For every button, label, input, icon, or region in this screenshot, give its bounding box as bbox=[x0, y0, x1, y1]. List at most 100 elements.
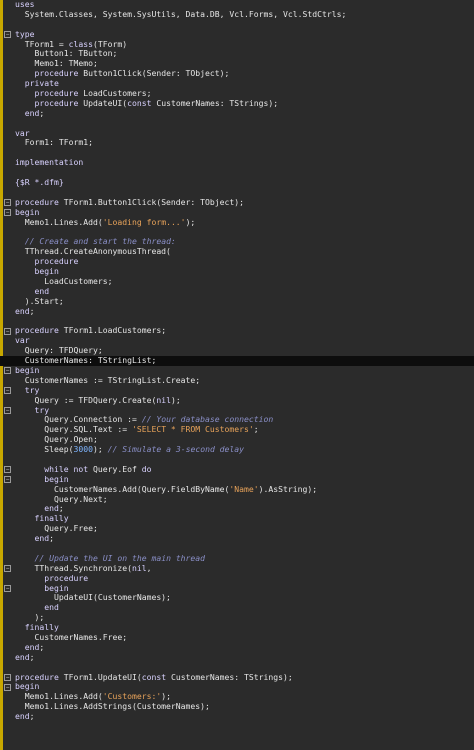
code-line[interactable]: end; bbox=[0, 533, 474, 544]
code-line[interactable]: CustomerNames: TStringList; bbox=[0, 355, 474, 366]
fold-toggle-icon[interactable]: − bbox=[4, 585, 11, 593]
code-token: {$R *.dfm} bbox=[15, 177, 64, 188]
code-line[interactable]: end; bbox=[0, 651, 474, 663]
fold-toggle-icon[interactable]: − bbox=[4, 683, 11, 691]
code-token: Memo1.Lines.Add( bbox=[15, 691, 103, 702]
code-token: Memo1.Lines.AddStrings(CustomerNames); bbox=[15, 701, 210, 712]
code-token: , bbox=[146, 562, 152, 573]
code-line[interactable] bbox=[0, 168, 474, 178]
code-line[interactable]: procedure UpdateUI(const CustomerNames: … bbox=[0, 97, 474, 109]
code-line[interactable]: end; bbox=[0, 641, 474, 653]
code-line[interactable]: Memo1.Lines.Add('Loading form...'); bbox=[0, 216, 474, 228]
code-token: begin bbox=[44, 582, 69, 593]
code-line[interactable] bbox=[0, 20, 474, 30]
fold-toggle-icon[interactable]: − bbox=[4, 565, 11, 573]
code-line[interactable]: procedure Button1Click(Sender: TObject); bbox=[0, 68, 474, 79]
code-token: // Your database connection bbox=[141, 414, 274, 425]
code-token: ; bbox=[39, 107, 45, 118]
code-editor[interactable]: uses System.Classes, System.SysUtils, Da… bbox=[0, 0, 474, 750]
code-token: procedure bbox=[44, 572, 89, 583]
code-token: procedure bbox=[34, 97, 79, 108]
code-line[interactable]: Form1: TForm1; bbox=[0, 138, 474, 148]
code-line[interactable]: UpdateUI(CustomerNames); bbox=[0, 592, 474, 603]
code-line[interactable]: end; bbox=[0, 107, 474, 119]
code-token: const bbox=[127, 97, 152, 108]
code-line[interactable]: Query.Next; bbox=[0, 494, 474, 505]
code-token: begin bbox=[34, 266, 59, 277]
code-token: // Create and start the thread: bbox=[24, 236, 176, 247]
code-token: ; bbox=[253, 424, 259, 435]
code-line[interactable]: − procedure TForm1.UpdateUI(const Custome… bbox=[0, 672, 474, 683]
fold-toggle-icon[interactable]: − bbox=[4, 199, 11, 207]
code-token: UpdateUI(CustomerNames); bbox=[15, 592, 171, 603]
code-token: end bbox=[24, 107, 40, 118]
code-line[interactable]: ).Start; bbox=[0, 295, 474, 307]
code-token: Button1: TButton; bbox=[15, 48, 118, 59]
code-token: Query.Free; bbox=[15, 523, 98, 534]
fold-toggle-icon[interactable]: − bbox=[4, 31, 11, 39]
code-token: var bbox=[15, 335, 30, 346]
code-token: TForm1 = bbox=[15, 38, 69, 49]
fold-toggle-icon[interactable]: − bbox=[4, 327, 11, 335]
code-line[interactable]: end bbox=[0, 286, 474, 297]
fold-toggle-icon[interactable]: − bbox=[4, 476, 11, 484]
code-token: Query.Connection := bbox=[15, 414, 142, 425]
code-token: LoadCustomers; bbox=[15, 275, 113, 286]
code-token: ); bbox=[161, 691, 171, 702]
code-token: ; bbox=[29, 651, 35, 662]
code-line[interactable]: end; bbox=[0, 306, 474, 317]
code-token: Memo1.Lines.Add( bbox=[15, 216, 103, 227]
code-token: ).AsString); bbox=[258, 483, 318, 494]
code-token: ).Start; bbox=[15, 295, 64, 306]
code-token: while not bbox=[44, 463, 89, 474]
fold-toggle-icon[interactable]: − bbox=[4, 367, 11, 375]
code-line[interactable]: procedure bbox=[0, 572, 474, 584]
code-token: finally bbox=[34, 513, 69, 524]
code-line[interactable]: Sleep(3000); // Simulate a 3-second dela… bbox=[0, 444, 474, 455]
fold-toggle-icon[interactable]: − bbox=[4, 209, 11, 217]
code-token: Query.Eof bbox=[88, 463, 142, 474]
code-token: Query.SQL.Text := bbox=[15, 424, 132, 435]
code-line[interactable]: Query.Free; bbox=[0, 523, 474, 534]
code-token: 'Name' bbox=[229, 483, 259, 494]
code-token: begin bbox=[15, 364, 40, 375]
code-line[interactable]: end; bbox=[0, 503, 474, 514]
code-line[interactable]: LoadCustomers; bbox=[0, 275, 474, 287]
code-line[interactable] bbox=[0, 119, 474, 129]
code-token: Query: TFDQuery; bbox=[15, 345, 103, 356]
code-line[interactable]: procedure bbox=[0, 256, 474, 267]
code-line[interactable]: System.Classes, System.SysUtils, Data.DB… bbox=[0, 9, 474, 20]
code-token: 'Loading form...' bbox=[102, 216, 186, 227]
code-token: var bbox=[15, 127, 30, 138]
code-line[interactable]: CustomerNames := TStringList.Create; bbox=[0, 374, 474, 386]
fold-toggle-icon[interactable]: − bbox=[4, 466, 11, 474]
code-token: end bbox=[34, 533, 50, 544]
fold-toggle-icon[interactable]: − bbox=[4, 387, 11, 395]
code-lines[interactable]: uses System.Classes, System.SysUtils, Da… bbox=[0, 0, 474, 722]
code-line[interactable]: Query := TFDQuery.Create(nil); bbox=[0, 395, 474, 406]
code-token: ); bbox=[185, 216, 196, 227]
code-line[interactable]: − procedure TForm1.LoadCustomers; bbox=[0, 325, 474, 336]
code-line[interactable]: end; bbox=[0, 711, 474, 722]
fold-toggle-icon[interactable]: − bbox=[4, 407, 11, 415]
code-token: end bbox=[24, 641, 40, 652]
code-line[interactable]: ); bbox=[0, 612, 474, 623]
code-token: CustomerNames := TStringList.Create; bbox=[15, 374, 201, 385]
code-line[interactable]: end bbox=[0, 602, 474, 613]
code-line[interactable]: implementation bbox=[0, 157, 474, 168]
code-line[interactable]: − procedure TForm1.Button1Click(Sender: T… bbox=[0, 197, 474, 208]
code-line[interactable]: − while not Query.Eof do bbox=[0, 463, 474, 475]
fold-toggle-icon[interactable]: − bbox=[4, 674, 11, 682]
code-line[interactable]: CustomerNames.Free; bbox=[0, 632, 474, 643]
code-line[interactable]: {$R *.dfm} bbox=[0, 177, 474, 188]
code-line[interactable]: Memo1.Lines.AddStrings(CustomerNames); bbox=[0, 701, 474, 712]
